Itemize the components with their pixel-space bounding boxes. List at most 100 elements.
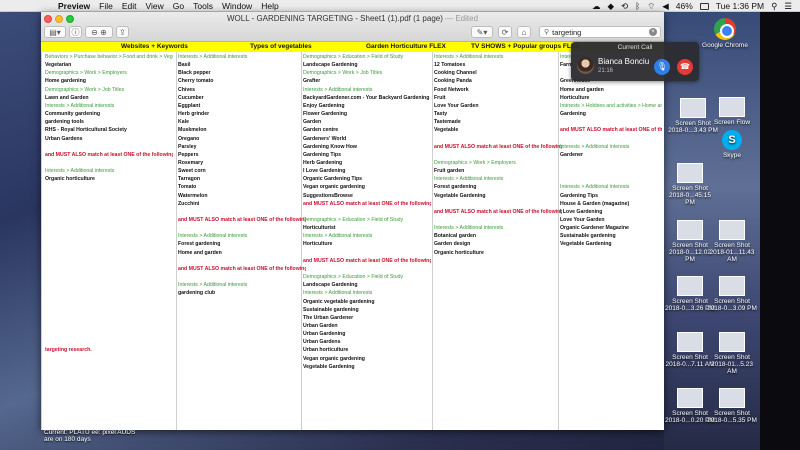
sheet-cell: Interests > Additional interests [434, 54, 504, 60]
sheet-cell: Love Your Garden [560, 217, 605, 223]
menu-bar: Preview File Edit View Go Tools Window H… [0, 0, 800, 12]
sheet-cell: and MUST ALSO match at least ONE of the … [178, 217, 306, 223]
sheet-cell: Love Your Garden [434, 102, 479, 109]
sheet-cell: and MUST ALSO match at least ONE of the … [434, 208, 562, 215]
desktop-icon[interactable]: Google Chrome [700, 18, 750, 49]
sheet-grid: Behaviors > Purchase behavior > Food and… [41, 52, 664, 430]
battery-percent[interactable]: 46% [676, 1, 693, 11]
wifi-icon[interactable]: ⌔ [647, 1, 655, 12]
desktop-icon[interactable]: Screen Shot 2018-0...3.09 PM [707, 276, 757, 312]
clock[interactable]: Tue 1:36 PM [716, 1, 764, 11]
sheet-cell: Grafter [303, 78, 321, 85]
sheet-cell: Organic vegetable gardening [303, 298, 375, 305]
sheet-cell: Chives [178, 86, 196, 93]
dropbox-icon[interactable]: ◆ [607, 1, 614, 12]
window-title: WOLL - GARDENING TARGETING - Sheet1 (1).… [226, 14, 443, 23]
header-tv-shows: TV SHOWS + Popular groups FLEX [471, 43, 580, 50]
menu-file[interactable]: File [99, 1, 113, 11]
menu-tools[interactable]: Tools [193, 1, 213, 11]
share-button[interactable]: ⇪ [116, 26, 129, 38]
clear-search-icon[interactable]: × [649, 28, 657, 36]
menu-go[interactable]: Go [173, 1, 184, 11]
sheet-cell: Organic horticulture [45, 176, 95, 183]
sheet-cell: Interests > Additional interests [560, 184, 630, 191]
edited-indicator: — Edited [445, 14, 479, 23]
sheet-cell: Lawn and Garden [45, 94, 89, 101]
sheet-cell: Enjoy Gardening [303, 102, 345, 109]
desktop-icon[interactable]: S Skype [707, 130, 757, 159]
caller-name: Bianca Bonciu [598, 57, 650, 66]
sheet-cell: Demographics > Work > Employers [434, 159, 516, 166]
sheet-cell: and MUST ALSO match at least ONE of the … [178, 265, 306, 272]
menu-edit[interactable]: Edit [122, 1, 137, 11]
markup-pen-button[interactable]: ✎▾ [471, 26, 493, 38]
caller-avatar [577, 57, 594, 74]
sidebar-toggle-button[interactable]: ▤▾ [44, 26, 66, 38]
desktop-icon[interactable]: Screen Shot 2018-0...5.35 PM [707, 388, 757, 424]
sheet-cell: Forest gardening [178, 241, 221, 248]
call-duration: 21:16 [598, 68, 614, 74]
sheet-cell: Oregano [178, 135, 200, 142]
rotate-button[interactable]: ⟳ [498, 26, 512, 38]
timemachine-icon[interactable]: ⟲ [621, 1, 628, 12]
volume-icon[interactable]: ◀ [662, 1, 669, 12]
menu-view[interactable]: View [146, 1, 164, 11]
desktop-icon[interactable]: Screen Shot 2018-01...5.23 AM [707, 332, 757, 375]
skype-call-panel[interactable]: Current Call Bianca Bonciu 21:16 🎙 ☎ [571, 42, 699, 81]
menu-app-name[interactable]: Preview [58, 1, 90, 11]
sheet-cell: Urban Garden [303, 322, 338, 329]
zoom-out-icon[interactable]: ⊖ [91, 28, 98, 37]
sheet-cell: 12 Tomatoes [434, 62, 466, 69]
hang-up-icon[interactable]: ☎ [677, 59, 693, 75]
screenshot-thumbnail-icon [719, 276, 745, 296]
desktop-icon[interactable]: Screen Shot 2018-01...11.43 AM [707, 220, 757, 263]
sheet-cell: Vegetarian [45, 62, 72, 69]
desktop-icon-label: Screen Flow [713, 119, 751, 126]
sheet-cell: Home and garden [178, 249, 222, 256]
search-icon: ⚲ [544, 29, 550, 36]
notification-center-icon[interactable]: ☰ [784, 1, 792, 12]
sheet-cell: Demographics > Work > Employers [45, 70, 127, 77]
sheet-cell: Tomato [178, 184, 197, 191]
desktop-icon-label: Google Chrome [702, 42, 748, 49]
pdf-sheet[interactable]: Websites + Keywords Types of vegetables … [41, 42, 664, 430]
skype-icon: S [722, 130, 742, 150]
sheet-cell: Botanical garden [434, 233, 477, 240]
desktop-icon[interactable]: Screen Flow [707, 97, 757, 126]
sheet-cell: Landscape Gardening [303, 62, 358, 69]
sheet-cell: Demographics > Education > Field of Stud… [303, 217, 404, 223]
desktop-icon[interactable]: Screen Shot 2018-0...45.15 PM [665, 163, 715, 206]
sheet-cell: BackyardGardener.com - Your Backyard Gar… [303, 94, 431, 101]
screenshot-thumbnail-icon [719, 220, 745, 240]
menu-help[interactable]: Help [261, 1, 278, 11]
sheet-cell: Eggplant [178, 102, 201, 109]
desktop-icon-label: Screen Shot 2018-01...5.23 AM [711, 354, 753, 375]
toolbox-icon: ⌂ [521, 27, 527, 37]
desktop-icon-label: Screen Shot 2018-0...3.09 PM [707, 298, 757, 312]
zoom-buttons[interactable]: ⊖ ⊕ [85, 26, 113, 38]
spotlight-icon[interactable]: ⚲ [771, 1, 777, 12]
cloud-icon[interactable]: ☁ [592, 1, 601, 12]
menu-window[interactable]: Window [222, 1, 252, 11]
rotate-icon: ⟳ [501, 27, 509, 37]
sheet-cell: Organic Gardener Magazine [560, 225, 629, 232]
sheet-cell: Interests > Additional interests [178, 54, 248, 60]
screenshot-thumbnail-icon [677, 163, 703, 183]
sheet-cell: and MUST ALSO match at least ONE of the [560, 127, 662, 134]
sheet-cell: Herb Gardening [303, 159, 343, 166]
zoom-in-icon[interactable]: ⊕ [100, 28, 107, 37]
microphone-icon[interactable]: 🎙 [654, 59, 670, 75]
bluetooth-icon[interactable]: ᛒ [635, 1, 640, 11]
sheet-cell: Sustainable gardening [303, 306, 359, 313]
battery-icon[interactable] [699, 2, 709, 10]
sheet-cell: Vegetable Gardening [303, 363, 355, 370]
sheet-cell: The Urban Gardener [303, 314, 354, 321]
screenshot-thumbnail-icon [719, 332, 745, 352]
sheet-cell: gardening tools [45, 119, 84, 126]
sheet-cell: Fruit [434, 94, 446, 101]
sheet-cell: Organic horticulture [434, 249, 484, 256]
info-button[interactable]: ⓘ [69, 26, 82, 38]
sheet-cell: Vegan organic gardening [303, 355, 365, 362]
search-field[interactable]: ⚲ targeting × [539, 26, 661, 38]
markup-toolbar-button[interactable]: ⌂ [517, 26, 531, 38]
